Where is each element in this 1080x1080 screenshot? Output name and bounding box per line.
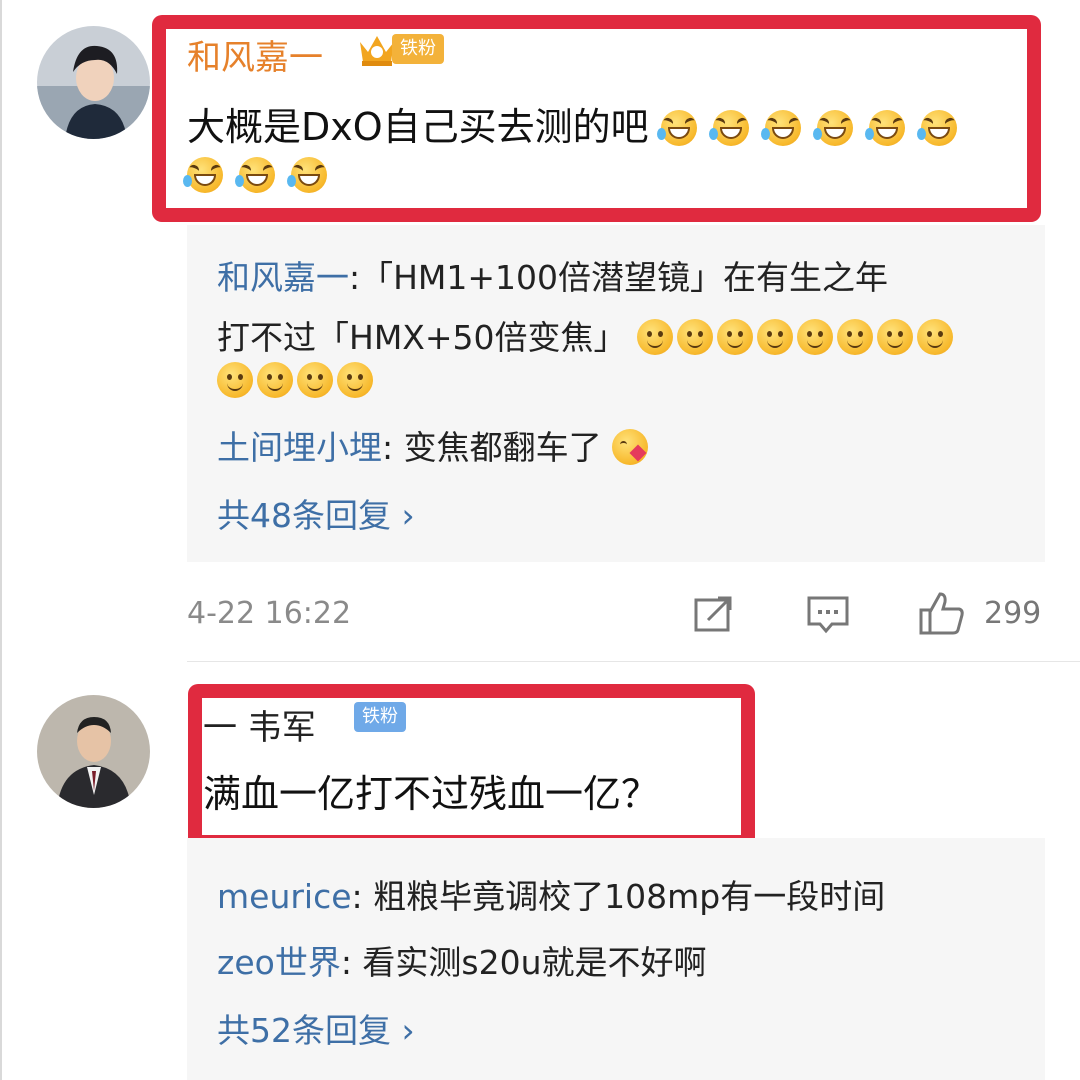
highlight-box xyxy=(152,15,1041,222)
reply-username[interactable]: 土间埋小埋 xyxy=(217,428,382,467)
smile-emoji-icon xyxy=(637,319,674,355)
smile-emoji-icon xyxy=(837,319,874,355)
replies-panel[interactable]: meurice: 粗粮毕竟调校了108mp有一段时间 zeo世界: 看实测s20… xyxy=(187,838,1045,1080)
highlight-box xyxy=(188,684,755,849)
reply-username[interactable]: meurice xyxy=(217,877,352,916)
reply-username[interactable]: 和风嘉一 xyxy=(217,258,349,297)
smile-emoji-icon xyxy=(257,362,293,398)
reply-item[interactable]: zeo世界: 看实测s20u就是不好啊 xyxy=(217,936,707,984)
smile-emoji-icon xyxy=(677,319,714,355)
avatar[interactable] xyxy=(37,26,150,139)
smile-emoji-icon xyxy=(217,362,253,398)
reply-text: : 看实测s20u就是不好啊 xyxy=(340,943,707,982)
share-icon[interactable] xyxy=(692,594,736,638)
love-emoji-icon xyxy=(612,429,649,465)
comment-timestamp: 4-22 16:22 xyxy=(187,596,352,631)
smile-emoji-icon xyxy=(877,319,914,355)
reply-text: : 粗粮毕竟调校了108mp有一段时间 xyxy=(351,877,886,916)
like-count: 299 xyxy=(984,596,1042,631)
reply-text: 打不过「HMX+50倍变焦」 xyxy=(217,318,627,357)
more-replies-link[interactable]: 共52条回复 › xyxy=(217,1004,415,1052)
more-replies-link[interactable]: 共48条回复 › xyxy=(217,489,415,537)
smile-emoji-icon xyxy=(917,319,954,355)
comment-icon[interactable] xyxy=(806,594,850,638)
smile-emoji-icon xyxy=(337,362,373,398)
smile-emoji-icon xyxy=(717,319,754,355)
left-edge-divider xyxy=(0,0,2,1080)
reply-item[interactable]: 和风嘉一:「HM1+100倍潜望镜」在有生之年 xyxy=(217,251,888,299)
smile-emoji-icon xyxy=(797,319,834,355)
smile-emoji-icon xyxy=(297,362,333,398)
reply-text: :「HM1+100倍潜望镜」在有生之年 xyxy=(349,258,889,297)
reply-emoji-line xyxy=(217,361,377,400)
reply-text: : 变焦都翻车了 xyxy=(382,428,602,467)
thumbs-up-icon[interactable] xyxy=(918,590,966,640)
divider xyxy=(187,661,1080,662)
reply-item[interactable]: meurice: 粗粮毕竟调校了108mp有一段时间 xyxy=(217,870,885,918)
reply-username[interactable]: zeo世界 xyxy=(217,943,341,982)
replies-panel[interactable]: 和风嘉一:「HM1+100倍潜望镜」在有生之年 打不过「HMX+50倍变焦」 土… xyxy=(187,225,1045,562)
smile-emoji-icon xyxy=(757,319,794,355)
avatar[interactable] xyxy=(37,695,150,808)
reply-item-continued: 打不过「HMX+50倍变焦」 xyxy=(217,311,957,359)
reply-item[interactable]: 土间埋小埋: 变焦都翻车了 xyxy=(217,421,652,469)
